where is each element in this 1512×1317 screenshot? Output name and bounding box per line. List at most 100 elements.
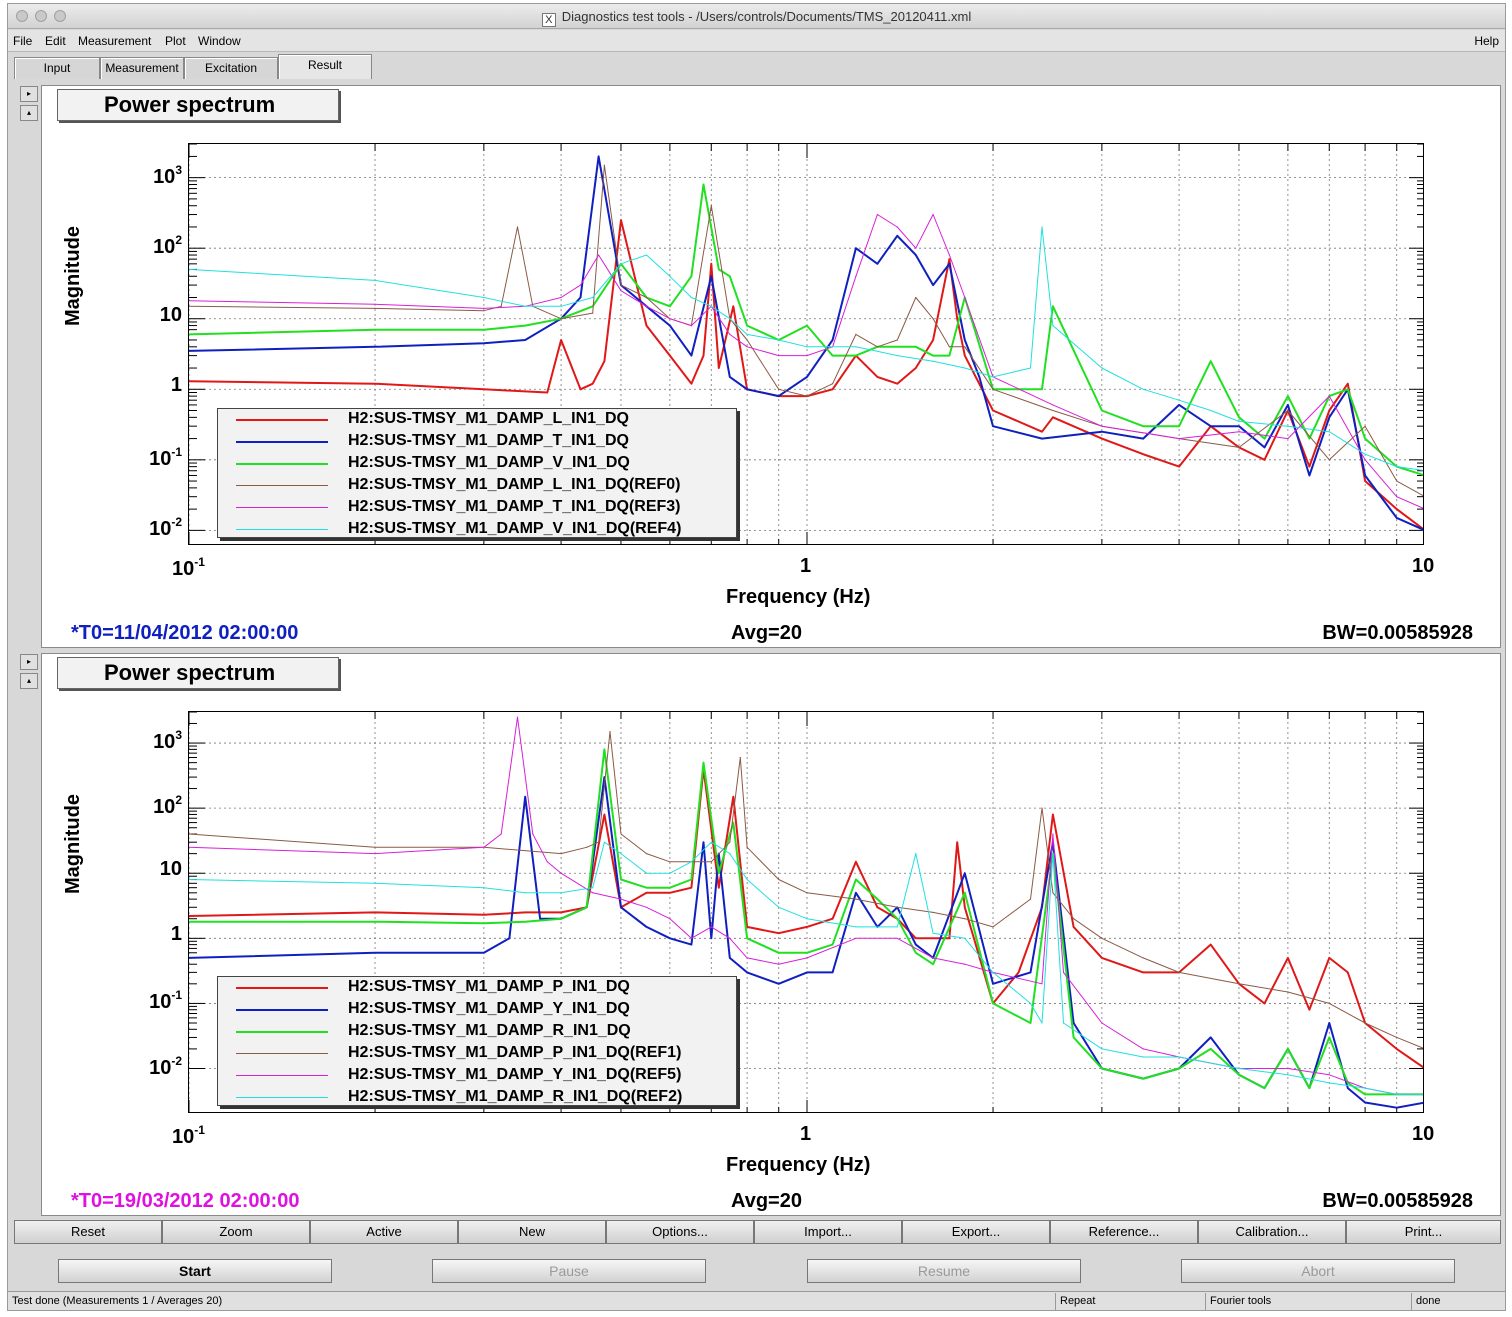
data-point [806, 892, 808, 894]
data-point [1052, 833, 1054, 835]
data-point [669, 355, 671, 357]
legend-label: H2:SUS-TMSY_M1_DAMP_P_IN1_DQ [348, 978, 630, 995]
legend-entry: H2:SUS-TMSY_M1_DAMP_L_IN1_DQ(REF0) [218, 475, 736, 497]
data-point [855, 892, 857, 894]
data-point [1178, 404, 1180, 406]
print-button[interactable]: Print... [1346, 1220, 1501, 1244]
data-point [560, 892, 562, 894]
legend[interactable]: H2:SUS-TMSY_M1_DAMP_L_IN1_DQ H2:SUS-TMSY… [217, 408, 737, 538]
reference-button[interactable]: Reference... [1050, 1220, 1198, 1244]
menu-edit[interactable]: Edit [45, 34, 66, 48]
calibration-button[interactable]: Calibration... [1198, 1220, 1346, 1244]
data-point [1238, 431, 1240, 433]
x-axis-label: Frequency (Hz) [726, 586, 871, 608]
data-point [956, 318, 958, 320]
tab-excitation[interactable]: Excitation [184, 57, 278, 79]
data-point [855, 898, 857, 900]
data-point [1052, 404, 1054, 406]
legend[interactable]: H2:SUS-TMSY_M1_DAMP_P_IN1_DQ H2:SUS-TMSY… [217, 976, 737, 1106]
export-button[interactable]: Export... [902, 1220, 1050, 1244]
data-point [806, 325, 808, 327]
import-button[interactable]: Import... [754, 1220, 902, 1244]
y-tick-label: 103 [153, 728, 182, 754]
plot-toolbar: Reset Zoom Active New Options... Import.… [14, 1220, 1501, 1244]
data-point [855, 247, 857, 249]
data-point [1238, 1074, 1240, 1076]
data-point [732, 822, 734, 824]
abort-button[interactable]: Abort [1181, 1259, 1455, 1283]
resume-button[interactable]: Resume [807, 1259, 1081, 1283]
menu-plot[interactable]: Plot [165, 34, 186, 48]
data-point [1287, 438, 1289, 440]
data-point [560, 339, 562, 341]
data-point [915, 952, 917, 954]
panel2-collapse-button[interactable]: ▴ [20, 673, 38, 689]
reset-button[interactable]: Reset [14, 1220, 162, 1244]
data-point [710, 861, 712, 863]
data-point [516, 226, 519, 228]
tab-measurement[interactable]: Measurement [100, 57, 184, 79]
menu-file[interactable]: File [13, 34, 32, 48]
menu-help[interactable]: Help [1474, 34, 1499, 48]
window-title-area: X Diagnostics test tools - /Users/control… [8, 9, 1505, 27]
panel-title[interactable]: Power spectrum [57, 657, 339, 689]
status-tool: Fourier tools [1205, 1293, 1409, 1310]
data-point [483, 310, 485, 312]
data-point [1364, 1087, 1366, 1089]
tab-bar: Input Measurement Excitation Result [8, 53, 1505, 81]
x-tick-label: 10 [1412, 1123, 1435, 1145]
data-point [1052, 813, 1054, 816]
data-point [932, 932, 934, 934]
pause-button[interactable]: Pause [432, 1259, 706, 1283]
menu-window[interactable]: Window [198, 34, 241, 48]
panel-title[interactable]: Power spectrum [57, 89, 339, 121]
data-point [645, 305, 648, 307]
data-point [1178, 1056, 1180, 1058]
legend-label: H2:SUS-TMSY_M1_DAMP_L_IN1_DQ(REF0) [348, 476, 681, 493]
legend-swatch [236, 1097, 328, 1098]
data-point [524, 305, 526, 307]
panel1-expand-button[interactable]: ▸ [20, 86, 38, 102]
status-message: Test done (Measurements 1 / Averages 20) [12, 1295, 223, 1307]
data-point [603, 360, 605, 362]
panel1-collapse-button[interactable]: ▴ [20, 105, 38, 121]
data-point [1101, 1048, 1103, 1050]
data-point [1396, 466, 1398, 468]
data-point [710, 275, 712, 277]
data-point [896, 339, 898, 341]
status-state: done [1411, 1293, 1505, 1310]
data-point [876, 346, 879, 348]
data-point [1287, 1048, 1289, 1050]
data-point [1308, 1087, 1310, 1089]
tab-input[interactable]: Input [14, 57, 100, 79]
title-bar[interactable]: X Diagnostics test tools - /Users/control… [8, 4, 1505, 29]
tab-result[interactable]: Result [278, 54, 372, 79]
data-point [483, 914, 485, 916]
plot-panel-1[interactable]: Power spectrum Magnitude 103 102 10 1 10-1 10… [41, 85, 1501, 648]
data-point [1328, 1074, 1330, 1076]
legend-swatch [236, 1031, 328, 1033]
data-point [1142, 971, 1144, 973]
data-point [964, 937, 966, 939]
panel2-expand-button[interactable]: ▸ [20, 654, 38, 670]
legend-swatch [236, 507, 328, 508]
data-point [1073, 926, 1075, 928]
data-point [746, 971, 748, 973]
active-button[interactable]: Active [310, 1220, 458, 1244]
data-point [1328, 1002, 1330, 1004]
new-button[interactable]: New [458, 1220, 606, 1244]
data-point [718, 887, 720, 889]
data-point [729, 376, 731, 378]
legend-entry: H2:SUS-TMSY_M1_DAMP_P_IN1_DQ [218, 977, 736, 999]
start-button[interactable]: Start [58, 1259, 332, 1283]
plot-panel-2[interactable]: Power spectrum Magnitude 103 102 10 1 10-1 10… [41, 653, 1501, 1216]
data-point [1396, 496, 1398, 498]
menu-measurement[interactable]: Measurement [78, 34, 151, 48]
zoom-button[interactable]: Zoom [162, 1220, 310, 1244]
data-point [746, 878, 748, 881]
legend-swatch [236, 1009, 328, 1011]
data-point [1142, 1048, 1144, 1050]
data-point [710, 841, 712, 843]
options-button[interactable]: Options... [606, 1220, 754, 1244]
data-point [1101, 425, 1103, 427]
